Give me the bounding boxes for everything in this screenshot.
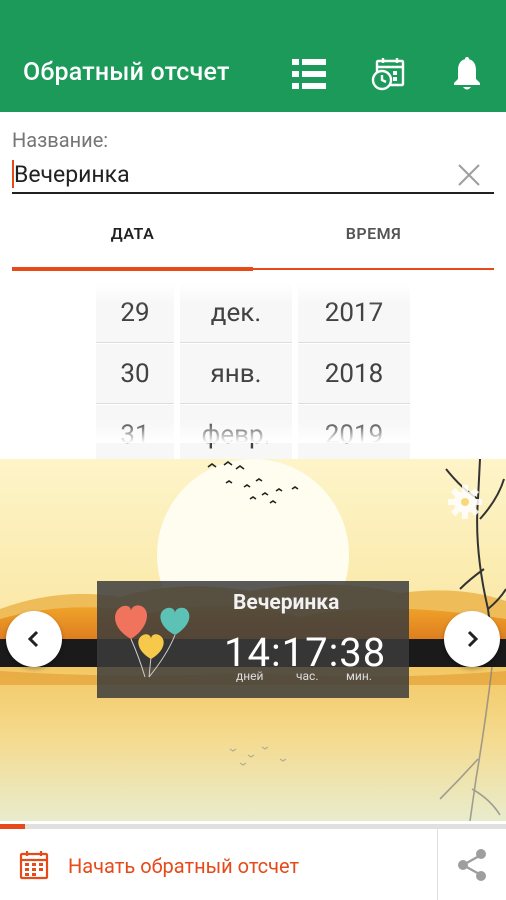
year-picker[interactable]: 2017 2018 2019: [298, 283, 410, 465]
unit-days: дней: [236, 669, 264, 683]
year-option[interactable]: 2017: [298, 283, 410, 343]
calendar-icon: [18, 849, 50, 881]
previous-button[interactable]: [6, 611, 62, 667]
name-field-label: Название:: [12, 128, 109, 152]
name-input[interactable]: Вечеринка: [12, 158, 494, 194]
chevron-left-icon: [27, 630, 39, 648]
tab-time[interactable]: ВРЕМЯ: [253, 224, 494, 243]
unit-minutes: мин.: [346, 669, 372, 683]
list-icon[interactable]: [289, 54, 329, 94]
day-option[interactable]: 31: [96, 405, 174, 465]
bottom-divider: [437, 829, 438, 900]
next-button[interactable]: [444, 611, 500, 667]
tab-indicator: [12, 267, 253, 271]
year-option-selected[interactable]: 2018: [298, 344, 410, 404]
month-option-selected[interactable]: янв.: [180, 344, 292, 404]
app-title: Обратный отсчет: [23, 58, 230, 87]
name-input-value[interactable]: Вечеринка: [14, 161, 130, 188]
day-option-selected[interactable]: 30: [96, 344, 174, 404]
tab-date[interactable]: ДАТА: [12, 224, 253, 243]
year-option[interactable]: 2019: [298, 405, 410, 465]
bell-icon[interactable]: [447, 54, 487, 94]
start-countdown-button[interactable]: Начать обратный отсчет: [0, 829, 437, 900]
countdown-card[interactable]: Вечеринка 14:17:38 дней час. мин.: [97, 581, 409, 698]
date-time-tabs: ДАТА ВРЕМЯ: [12, 210, 494, 271]
balloons-icon: [105, 597, 201, 687]
settings-gear-icon[interactable]: [448, 485, 482, 519]
day-picker[interactable]: 29 30 31: [96, 283, 174, 465]
month-option[interactable]: февр.: [180, 405, 292, 465]
start-countdown-label: Начать обратный отсчет: [68, 854, 300, 878]
chevron-right-icon: [467, 630, 479, 648]
countdown-title: Вечеринка: [233, 591, 340, 615]
app-bar: Обратный отсчет: [0, 0, 506, 112]
calendar-clock-icon[interactable]: [368, 54, 408, 94]
unit-hours: час.: [296, 669, 319, 683]
month-picker[interactable]: дек. янв. февр.: [180, 283, 292, 465]
month-option[interactable]: дек.: [180, 283, 292, 343]
clear-icon[interactable]: [456, 162, 482, 188]
share-icon[interactable]: [454, 847, 490, 883]
bottom-bar: Начать обратный отсчет: [0, 829, 506, 900]
day-option[interactable]: 29: [96, 283, 174, 343]
